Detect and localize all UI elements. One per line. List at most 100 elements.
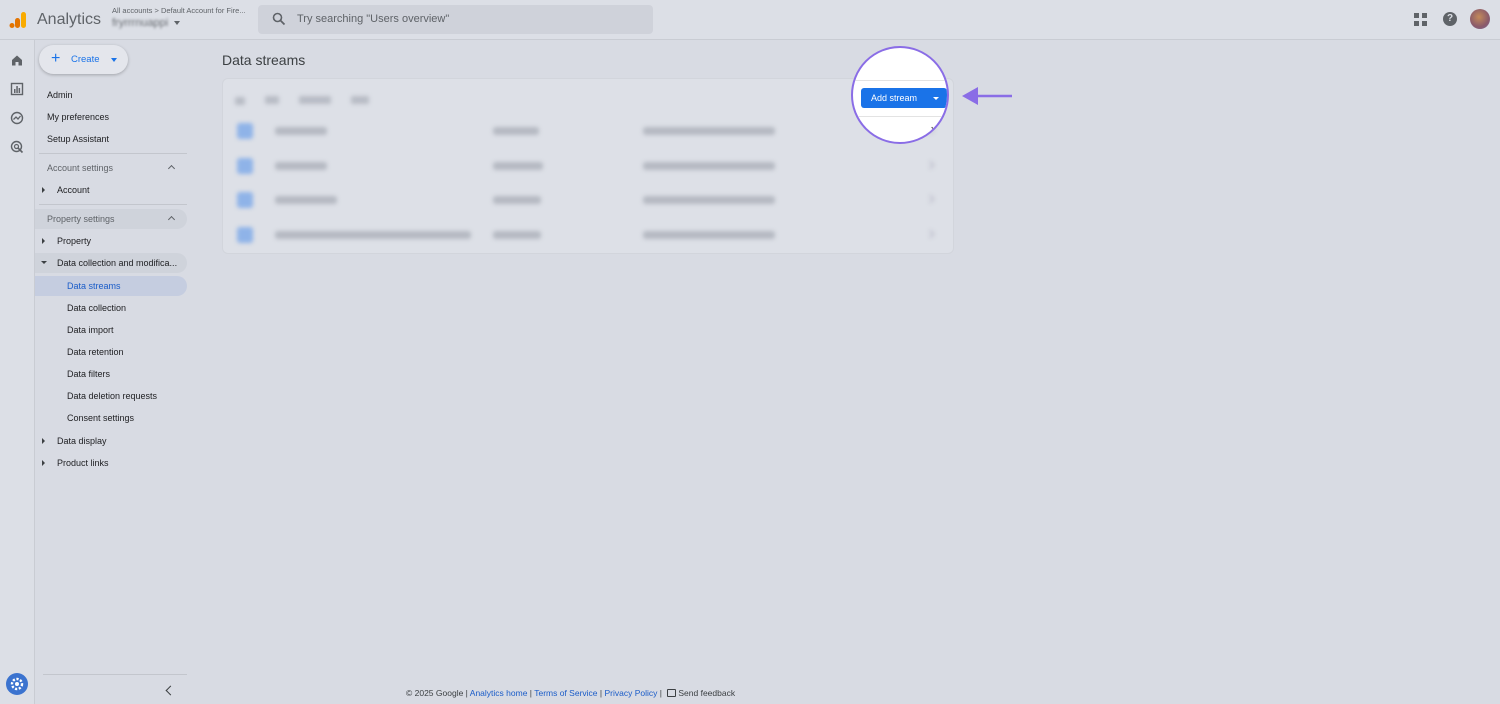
top-app-bar: Analytics All accounts > Default Account… [0,0,1500,40]
filter-chip[interactable] [299,96,331,104]
gear-icon [10,677,24,691]
nav-setup-assistant[interactable]: Setup Assistant [47,134,109,144]
stream-url [493,162,543,170]
terms-of-service-link[interactable]: Terms of Service [534,688,597,698]
account-settings-header[interactable]: Account settings [35,158,187,178]
stream-url [493,127,539,135]
explore-icon[interactable] [10,111,24,125]
pointer-arrow-icon [962,87,1012,105]
property-settings-header[interactable]: Property settings [35,209,187,229]
navigation-rail [0,40,35,704]
advertising-icon[interactable] [10,140,24,154]
stream-url [493,231,541,239]
tree-item-data-display[interactable]: Data display [35,431,187,451]
nav-consent-settings[interactable]: Consent settings [35,408,187,428]
stream-platform-icon [237,227,253,243]
avatar[interactable] [1470,9,1490,29]
chevron-down-icon [933,97,939,100]
reports-icon[interactable] [10,82,24,96]
separator: | [599,688,603,698]
collapse-arrow-icon [41,261,47,264]
nav-data-deletion-requests[interactable]: Data deletion requests [35,386,187,406]
divider [39,204,187,205]
home-icon[interactable] [10,53,24,67]
search-input[interactable]: Try searching "Users overview" [297,13,449,25]
separator: | [659,688,662,698]
nav-data-retention[interactable]: Data retention [35,342,187,362]
expand-arrow-icon [42,460,45,466]
stream-name [275,231,471,239]
privacy-policy-link[interactable]: Privacy Policy [605,688,658,698]
tree-item-property[interactable]: Property [35,231,187,251]
tree-item-product-links[interactable]: Product links [35,453,187,473]
tree-item-data-collection-and-modification[interactable]: Data collection and modifica... [35,253,187,273]
analytics-home-link[interactable]: Analytics home [470,688,528,698]
account-breadcrumb[interactable]: All accounts > Default Account for Fire.… [112,6,246,15]
sub-item-label: Data streams [67,281,121,291]
filter-chip[interactable] [351,96,369,104]
add-stream-button[interactable]: Add stream [861,88,947,108]
chevron-down-icon[interactable] [174,21,180,25]
tree-item-label: Product links [57,458,109,468]
stream-platform-icon [237,123,253,139]
app-title[interactable]: Analytics [37,11,101,29]
expand-arrow-icon [42,187,45,193]
divider [853,80,947,81]
stream-name [275,127,327,135]
feedback-icon[interactable] [667,689,677,697]
stream-id [643,127,775,135]
chevron-down-icon [111,58,117,62]
nav-data-filters[interactable]: Data filters [35,364,187,384]
collapse-nav-icon[interactable] [165,685,176,696]
send-feedback-link[interactable]: Send feedback [678,688,735,698]
property-selector[interactable]: fryrrrnuappi [112,17,168,29]
section-label: Account settings [47,163,114,173]
separator: | [529,688,533,698]
stream-name [275,196,337,204]
sub-item-label: Data deletion requests [67,391,158,401]
search-icon [272,12,286,26]
chevron-right-icon [925,229,935,239]
help-icon[interactable]: ? [1443,12,1457,26]
table-row[interactable] [223,114,953,148]
sub-item-label: Data collection [67,303,127,313]
admin-gear-button[interactable] [6,673,28,695]
nav-admin[interactable]: Admin [47,90,73,100]
tree-item-label: Data display [57,436,107,446]
stream-platform-icon [237,192,253,208]
footer: © 2025 Google | Analytics home | Terms o… [406,688,735,698]
table-row[interactable] [223,218,953,252]
tree-item-account[interactable]: Account [35,180,187,200]
stream-platform-icon [237,158,253,174]
stream-id [643,162,775,170]
analytics-logo-icon[interactable] [9,11,27,29]
filter-chip[interactable] [235,97,245,105]
sub-item-label: Data retention [67,347,124,357]
table-row[interactable] [223,149,953,183]
search-bar[interactable]: Try searching "Users overview" [258,5,653,34]
table-row[interactable] [223,183,953,217]
spotlight-highlight: Add stream [851,46,949,144]
create-label: Create [71,54,100,65]
page-title: Data streams [222,52,306,68]
tree-item-label: Property [57,236,92,246]
stream-url [493,196,541,204]
tree-item-label: Data collection and modifica... [57,258,178,268]
apps-grid-icon[interactable] [1414,13,1427,26]
divider [853,116,947,117]
section-label: Property settings [47,214,115,224]
nav-data-streams[interactable]: Data streams [35,276,187,296]
chevron-up-icon [167,164,176,173]
chevron-up-icon [167,215,176,224]
admin-side-navigation: + Create Admin My preferences Setup Assi… [35,40,192,704]
nav-data-import[interactable]: Data import [35,320,187,340]
data-streams-card [222,78,954,254]
nav-my-preferences[interactable]: My preferences [47,112,109,122]
filter-chip[interactable] [265,96,279,104]
add-stream-label: Add stream [871,93,918,103]
divider [39,153,187,154]
expand-arrow-icon [42,438,45,444]
expand-arrow-icon [42,238,45,244]
nav-data-collection[interactable]: Data collection [35,298,187,318]
create-button[interactable]: + Create [39,45,128,74]
